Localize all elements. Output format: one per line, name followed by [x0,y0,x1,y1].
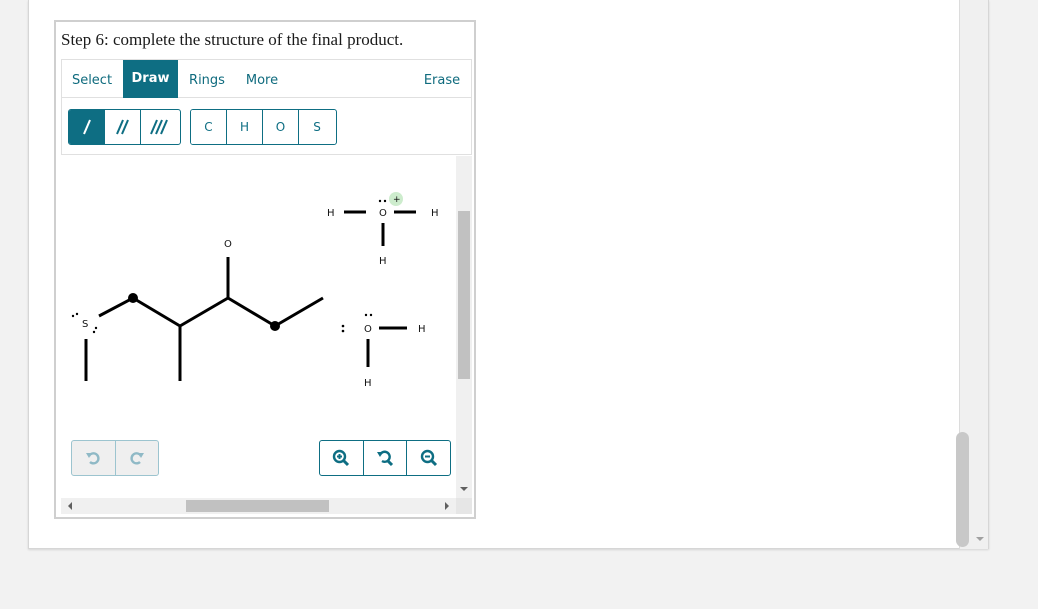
tab-select[interactable]: Select [66,63,118,98]
tab-rings[interactable]: Rings [183,63,231,98]
lone-pair-dot [364,313,368,317]
atom-h-button[interactable]: H [227,110,263,144]
triple-bond-icon [150,119,168,135]
atom-h: H [418,324,426,335]
atom-h: H [327,208,335,219]
zoom-reset-icon [377,450,394,467]
zoom-in-button[interactable] [320,441,364,475]
atom-carbonyl-oxygen: O [224,239,232,250]
water-molecule[interactable]: O H H [341,313,426,389]
atom-oxygen: O [379,208,387,219]
lone-pair-dot [383,199,387,203]
lone-pair-dot [369,313,373,317]
editor-tab-bar: Select Draw Rings More Erase [62,60,471,98]
atom-tool-group: C H O S [190,109,337,145]
drawing-canvas[interactable]: S O H O H H + O H H [61,156,472,514]
erase-button[interactable]: Erase [417,63,467,98]
redo-icon [130,452,144,465]
zoom-out-icon [420,449,437,467]
hydronium-ion[interactable]: H O H H + [327,192,439,267]
atom-h: H [379,256,387,267]
page-scrollbar-thumb[interactable] [956,432,969,547]
bond-s-c1 [98,296,134,318]
zoom-controls [319,440,451,476]
double-bond-button[interactable] [105,110,141,144]
canvas-horizontal-scroll-thumb[interactable] [186,500,329,512]
positive-charge: + [393,195,401,205]
tab-draw[interactable]: Draw [123,60,178,98]
scrollbar-corner [456,498,472,514]
radical-dot-c1 [128,293,138,303]
single-bond-button[interactable] [69,110,105,144]
atom-oxygen: O [364,324,372,335]
zoom-reset-button[interactable] [364,441,408,475]
atom-h: H [364,378,372,389]
atom-h: H [431,208,439,219]
undo-icon [86,452,100,465]
carbon-skeleton [84,257,324,381]
double-bond-icon [115,119,129,135]
single-bond-icon [82,119,91,135]
radical-dot-c4 [270,321,280,331]
question-title: Step 6: complete the structure of the fi… [61,30,404,49]
atom-c-button[interactable]: C [191,110,227,144]
scroll-right-arrow-icon[interactable] [445,502,449,510]
bond-c2-c3 [179,296,229,328]
bond-tool-group [68,109,181,145]
bond-c1-c2 [132,296,181,328]
atom-sulfur: S [82,319,88,330]
canvas-vertical-scroll-thumb[interactable] [458,211,470,379]
zoom-out-button[interactable] [407,441,450,475]
scroll-down-arrow-icon[interactable] [460,487,468,491]
question-box: Step 6: complete the structure of the fi… [54,20,476,519]
undo-redo-group [71,440,159,476]
bond-c3-c4 [227,296,276,328]
scroll-left-arrow-icon[interactable] [68,502,72,510]
atom-o-button[interactable]: O [263,110,299,144]
tab-more[interactable]: More [239,63,285,98]
triple-bond-button[interactable] [141,110,177,144]
atom-s-button[interactable]: S [299,110,335,144]
lone-pair-dot [378,199,382,203]
zoom-in-icon [333,449,350,467]
page-scroll-down-arrow[interactable] [976,537,984,541]
bond-c4-c5 [274,296,324,328]
structure-editor-toolbar: Select Draw Rings More Erase C H O S [61,59,472,155]
redo-button[interactable] [116,441,159,475]
undo-button[interactable] [72,441,116,475]
lone-pair-dot [341,329,345,333]
lone-pair-dot [341,324,345,328]
